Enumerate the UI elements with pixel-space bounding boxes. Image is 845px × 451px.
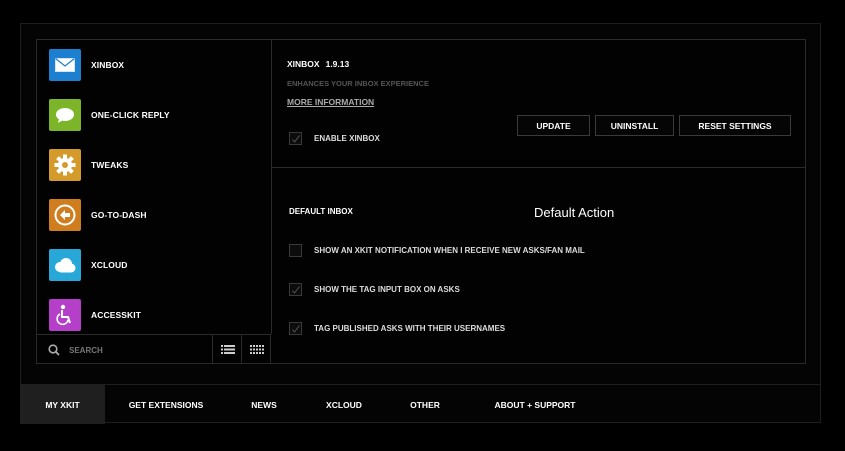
sidebar-item-go-to-dash[interactable]: GO-TO-DASH xyxy=(37,190,271,240)
back-arrow-icon xyxy=(49,199,81,231)
tab-about-support[interactable]: ABOUT + SUPPORT xyxy=(480,385,590,424)
option-tag-input[interactable]: SHOW THE TAG INPUT BOX ON ASKS xyxy=(289,283,460,296)
tab-xcloud[interactable]: XCLOUD xyxy=(315,385,373,424)
more-information-link[interactable]: MORE INFORMATION xyxy=(287,97,374,107)
sidebar-item-label: TWEAKS xyxy=(91,160,129,170)
checkmark-icon xyxy=(292,135,300,143)
xkit-panel: XINBOX ONE-CLICK REPLY TWEAKS GO-TO-DASH… xyxy=(36,39,806,364)
checkbox[interactable] xyxy=(289,322,302,335)
tab-news[interactable]: NEWS xyxy=(240,385,288,424)
checkmark-icon xyxy=(292,286,300,294)
speech-bubble-icon xyxy=(49,99,81,131)
grid-view-icon xyxy=(249,341,264,359)
sidebar-item-xinbox[interactable]: XINBOX xyxy=(37,40,271,90)
checkmark-icon xyxy=(292,325,300,333)
sidebar-item-label: ACCESSKIT xyxy=(91,310,142,320)
uninstall-button[interactable]: UNINSTALL xyxy=(595,115,674,136)
enable-extension-checkbox[interactable]: ENABLE XINBOX xyxy=(289,132,380,145)
default-action-label: Default Action xyxy=(534,205,615,220)
enable-label: ENABLE XINBOX xyxy=(314,134,380,143)
option-label: SHOW AN XKIT NOTIFICATION WHEN I RECEIVE… xyxy=(314,246,585,255)
extension-list: XINBOX ONE-CLICK REPLY TWEAKS GO-TO-DASH… xyxy=(37,40,272,334)
search-bar xyxy=(37,334,271,364)
search-icon xyxy=(48,343,60,361)
extension-version: 1.9.13 xyxy=(325,59,350,69)
extension-header: XINBOX 1.9.13 ENHANCES YOUR INBOX EXPERIE… xyxy=(272,40,805,168)
tab-other[interactable]: OTHER xyxy=(400,385,450,424)
tab-my-xkit[interactable]: MY XKIT xyxy=(20,385,105,424)
extension-description: ENHANCES YOUR INBOX EXPERIENCE xyxy=(287,79,429,88)
sidebar-item-accesskit[interactable]: ACCESSKIT xyxy=(37,290,271,334)
section-title: DEFAULT INBOX xyxy=(289,207,353,216)
gear-icon xyxy=(49,149,81,181)
list-view-button[interactable] xyxy=(212,335,242,364)
search-input[interactable] xyxy=(67,341,211,360)
grid-view-button[interactable] xyxy=(241,335,271,364)
wheelchair-icon xyxy=(49,299,81,331)
extension-detail-panel: XINBOX 1.9.13 ENHANCES YOUR INBOX EXPERIE… xyxy=(272,40,805,364)
checkbox[interactable] xyxy=(289,132,302,145)
envelope-icon xyxy=(49,49,81,81)
sidebar-item-label: ONE-CLICK REPLY xyxy=(91,110,170,120)
sidebar-item-label: XINBOX xyxy=(91,60,125,70)
update-button[interactable]: UPDATE xyxy=(517,115,590,136)
sidebar-item-label: XCLOUD xyxy=(91,260,128,270)
sidebar-item-one-click-reply[interactable]: ONE-CLICK REPLY xyxy=(37,90,271,140)
reset-settings-button[interactable]: RESET SETTINGS xyxy=(679,115,791,136)
list-view-icon xyxy=(220,341,235,359)
option-label: TAG PUBLISHED ASKS WITH THEIR USERNAMES xyxy=(314,324,506,333)
option-notification[interactable]: SHOW AN XKIT NOTIFICATION WHEN I RECEIVE… xyxy=(289,244,585,257)
option-label: SHOW THE TAG INPUT BOX ON ASKS xyxy=(314,285,460,294)
extension-title-row: XINBOX 1.9.13 xyxy=(287,59,349,69)
checkbox[interactable] xyxy=(289,283,302,296)
tab-get-extensions[interactable]: GET EXTENSIONS xyxy=(115,385,217,424)
bottom-nav: MY XKIT GET EXTENSIONS NEWS XCLOUD OTHER… xyxy=(20,384,820,424)
option-tag-usernames[interactable]: TAG PUBLISHED ASKS WITH THEIR USERNAMES xyxy=(289,322,505,335)
sidebar-item-label: GO-TO-DASH xyxy=(91,210,147,220)
sidebar-item-xcloud[interactable]: XCLOUD xyxy=(37,240,271,290)
checkbox[interactable] xyxy=(289,244,302,257)
extension-title: XINBOX xyxy=(287,59,320,69)
sidebar-item-tweaks[interactable]: TWEAKS xyxy=(37,140,271,190)
cloud-icon xyxy=(49,249,81,281)
